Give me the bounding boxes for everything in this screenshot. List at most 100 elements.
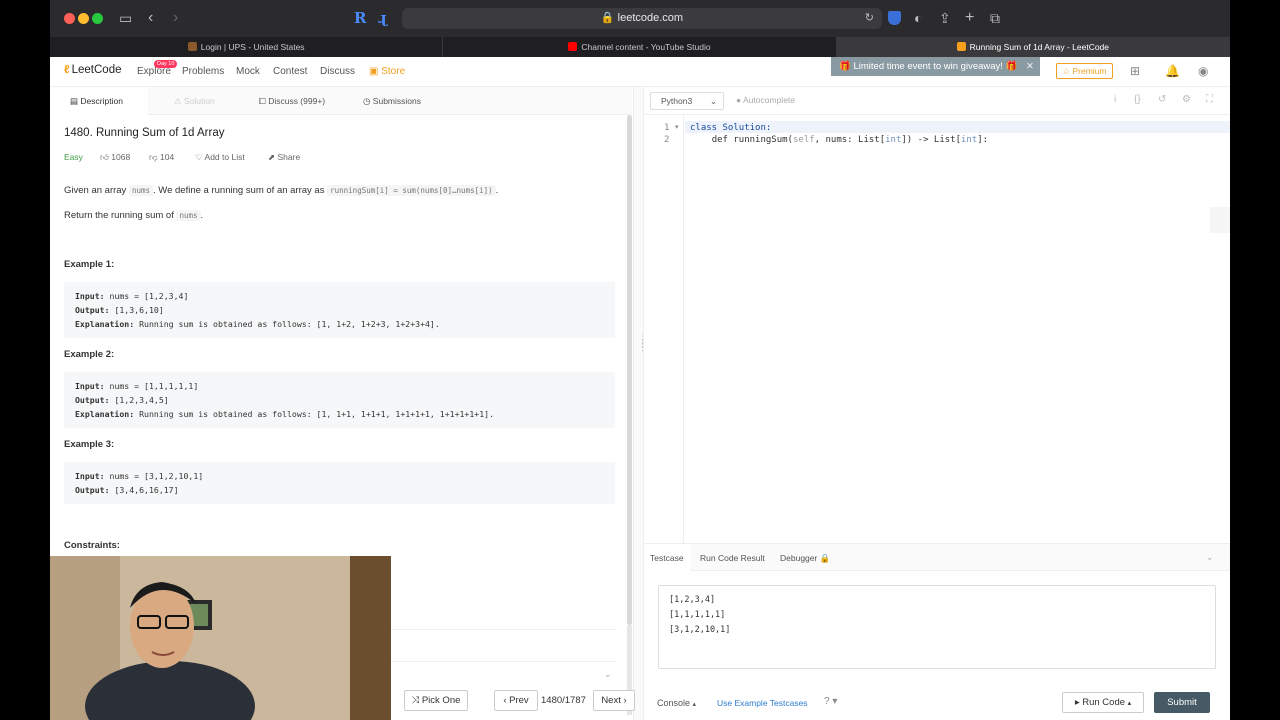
nav-contest[interactable]: Contest (273, 66, 307, 77)
input-label: Input: (75, 471, 105, 481)
autocomplete-toggle[interactable]: ● Autocomplete (736, 95, 795, 105)
pick-one-button[interactable]: ⤨ Pick One (404, 690, 468, 711)
ups-favicon-icon (187, 42, 197, 51)
language-select[interactable]: Python3 ⌄ (650, 92, 724, 110)
bell-icon[interactable]: 🔔 (1165, 64, 1180, 78)
nav-discuss[interactable]: Discuss (320, 66, 355, 77)
tab-submissions[interactable]: ◷ Submissions (363, 87, 421, 115)
next-label: Next (601, 695, 621, 706)
close-icon[interactable]: ✕ (1026, 57, 1034, 76)
tab-run-code-result[interactable]: Run Code Result (700, 544, 765, 572)
forward-icon[interactable]: › (173, 9, 178, 27)
nav-mock[interactable]: Mock (236, 66, 260, 77)
braces-icon[interactable]: {} (1134, 94, 1141, 105)
address-bar[interactable]: 🔒 leetcode.com ↻ (402, 8, 882, 29)
playground-icon[interactable]: ⊞ (1130, 64, 1140, 78)
example-block: Input: nums = [1,1,1,1,1] Output: [1,2,3… (64, 372, 615, 428)
clock-icon: ◷ (363, 96, 371, 106)
browser-tab-youtube[interactable]: Channel content - YouTube Studio (443, 37, 837, 57)
back-icon[interactable]: ‹ (148, 9, 153, 27)
line-gutter: 1 2 ▾ (644, 115, 684, 543)
editor-toolbar: Python3 ⌄ ● Autocomplete i {} ↺ ⚙ ⛶ (644, 87, 1230, 115)
tab-solution[interactable]: ⚠ Solution (174, 87, 215, 115)
tab-title: Login | UPS - United States (200, 42, 305, 52)
panel-resizer[interactable]: ⋮ ⋮ ⋮ (633, 87, 647, 720)
avatar-icon[interactable]: ◉ (1198, 64, 1208, 78)
console-button[interactable]: Console ▴ (657, 698, 696, 708)
example-output: [1,3,6,10] (114, 305, 164, 315)
tab-debugger[interactable]: Debugger 🔒 (780, 544, 830, 572)
fold-icon[interactable]: ▾ (675, 123, 679, 131)
next-button[interactable]: Next › (593, 690, 635, 711)
minimize-window-button[interactable] (78, 13, 89, 24)
browser-tab-ups[interactable]: Login | UPS - United States (50, 37, 444, 57)
giveaway-banner[interactable]: 🎁 Limited time event to win giveaway! 🎁 ✕ (831, 57, 1040, 76)
explanation-label: Explanation: (75, 319, 135, 329)
premium-label: Premium (1072, 66, 1107, 76)
submit-button[interactable]: Submit (1154, 692, 1210, 713)
leetcode-favicon-icon (956, 42, 966, 51)
zoom-window-button[interactable] (92, 13, 103, 24)
autocomplete-label: Autocomplete (743, 95, 796, 105)
code-line-1[interactable]: class Solution: (690, 123, 771, 133)
description-icon: ▤ (70, 96, 79, 106)
fullscreen-icon[interactable]: ⛶ (1206, 94, 1213, 105)
run-code-label: Run Code (1082, 697, 1126, 708)
chevron-left-icon: ‹ (503, 695, 507, 706)
close-window-button[interactable] (64, 13, 75, 24)
browser-tab-leetcode[interactable]: Running Sum of 1d Array - LeetCode (836, 37, 1230, 57)
dislike-button[interactable]: 👎︎ 104 (149, 152, 174, 163)
desc-text: . (495, 185, 499, 196)
share-label: Share (277, 152, 301, 162)
tab-label: Solution (184, 96, 215, 106)
share-button[interactable]: ⬈ Share (268, 152, 300, 163)
run-code-button[interactable]: ▸ Run Code ▴ (1062, 692, 1144, 713)
help-icon[interactable]: ? ▾ (824, 696, 837, 707)
example-heading: Example 1: (64, 259, 115, 270)
prev-button[interactable]: ‹ Prev (494, 690, 538, 711)
nav-store[interactable]: ▣ Store (369, 66, 405, 77)
chevron-right-icon: › (623, 695, 627, 706)
premium-button[interactable]: ☆ Premium (1056, 63, 1113, 79)
chevron-down-icon[interactable]: ⌄ (604, 669, 612, 680)
add-to-list-button[interactable]: ♡ Add to List (195, 152, 245, 163)
debugger-label: Debugger (780, 553, 818, 563)
side-panel-toggle[interactable] (1210, 207, 1230, 233)
add-to-list-label: Add to List (204, 152, 245, 162)
description-scrollbar[interactable] (627, 115, 632, 625)
privacy-icon[interactable]: ◐ (914, 9, 922, 27)
share-icon: ⬈ (268, 152, 276, 162)
code-line-2[interactable]: def runningSum(self, nums: List[int]) ->… (690, 135, 988, 145)
extension-r-icon[interactable]: R (354, 9, 366, 27)
shield-extension-icon[interactable] (888, 11, 901, 25)
info-icon[interactable]: i (1114, 94, 1116, 105)
testcase-input[interactable]: [1,2,3,4] [1,1,1,1,1] [3,1,2,10,1] (658, 585, 1216, 669)
chevron-down-icon[interactable]: ⌄ (1206, 552, 1214, 563)
tab-testcase[interactable]: Testcase (644, 544, 690, 572)
example-explanation: Running sum is obtained as follows: [1, … (139, 319, 440, 329)
use-example-testcases-link[interactable]: Use Example Testcases (717, 698, 808, 708)
nav-problems[interactable]: Problems (182, 66, 224, 77)
like-button[interactable]: 👍︎ 1068 (100, 152, 130, 163)
tab-overview-icon[interactable]: ⧉ (990, 9, 1000, 27)
tab-title: Running Sum of 1d Array - LeetCode (969, 42, 1110, 52)
inline-code: nums (128, 185, 154, 196)
tab-description[interactable]: ▤ Description (50, 87, 148, 115)
console-label: Console (657, 698, 691, 708)
play-icon: ▸ (1074, 697, 1080, 708)
extension-r2-icon[interactable]: ɻ (378, 9, 387, 27)
leetcode-logo[interactable]: ℓ LeetCode (64, 64, 122, 76)
reset-icon[interactable]: ↺ (1158, 94, 1166, 105)
shuffle-icon: ⤨ (411, 695, 420, 706)
example-input: nums = [1,2,3,4] (109, 291, 189, 301)
thumbs-down-icon: 👎︎ (149, 152, 158, 162)
tab-discuss[interactable]: ⧠ Discuss (999+) (259, 87, 325, 115)
pick-one-label: Pick One (421, 695, 461, 706)
giveaway-text: Limited time event to win giveaway! (853, 61, 1003, 72)
new-tab-icon[interactable]: + (965, 9, 974, 27)
settings-icon[interactable]: ⚙ (1182, 94, 1191, 105)
leetcode-navbar: ℓ LeetCode Explore Day 10 Problems Mock C… (50, 57, 1230, 87)
share-icon[interactable]: ⇪ (939, 9, 951, 27)
reload-icon[interactable]: ↻ (865, 8, 874, 29)
sidebar-icon[interactable]: ▭ (119, 9, 132, 27)
